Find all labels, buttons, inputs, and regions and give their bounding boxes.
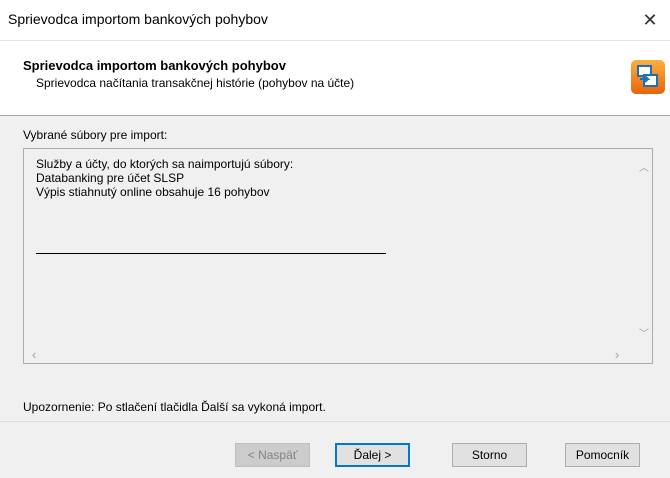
scroll-right-icon[interactable]: › <box>615 347 619 362</box>
help-button[interactable]: Pomocník <box>565 443 640 467</box>
wizard-content: Vybrané súbory pre import: Služby a účty… <box>0 116 670 421</box>
horizontal-scrollbar[interactable]: ‹ › <box>24 346 635 363</box>
selected-files-label: Vybrané súbory pre import: <box>23 128 168 142</box>
summary-line: Databanking pre účet SLSP <box>36 171 185 185</box>
import-summary-box[interactable]: Služby a účty, do ktorých sa naimportujú… <box>23 148 653 364</box>
summary-text: Služby a účty, do ktorých sa naimportujú… <box>36 157 293 199</box>
button-bar: < Naspäť Ďalej > Storno Pomocník <box>0 421 670 478</box>
separator-line <box>36 253 386 254</box>
cancel-button[interactable]: Storno <box>452 443 527 467</box>
scroll-up-icon[interactable]: ︿ <box>639 159 649 174</box>
window-title: Sprievodca importom bankových pohybov <box>8 11 268 27</box>
close-icon[interactable]: ✕ <box>636 6 664 34</box>
summary-line: Služby a účty, do ktorých sa naimportujú… <box>36 157 294 171</box>
header-subtitle: Sprievodca načítania transakčnej históri… <box>36 76 355 90</box>
next-button[interactable]: Ďalej > <box>335 443 410 467</box>
summary-line: Výpis stiahnutý online obsahuje 16 pohyb… <box>36 185 270 199</box>
scroll-down-icon[interactable]: ﹀ <box>639 325 649 340</box>
vertical-scrollbar[interactable]: ︿ ﹀ <box>633 149 652 347</box>
import-warning: Upozornenie: Po stlačení tlačidla Ďalší … <box>23 400 326 414</box>
header-title: Sprievodca importom bankových pohybov <box>23 58 286 73</box>
scroll-left-icon[interactable]: ‹ <box>32 347 36 362</box>
wizard-logo-icon <box>631 60 665 94</box>
title-bar: Sprievodca importom bankových pohybov ✕ <box>0 0 670 41</box>
back-button[interactable]: < Naspäť <box>235 443 310 467</box>
wizard-header: Sprievodca importom bankových pohybov Sp… <box>0 41 670 116</box>
